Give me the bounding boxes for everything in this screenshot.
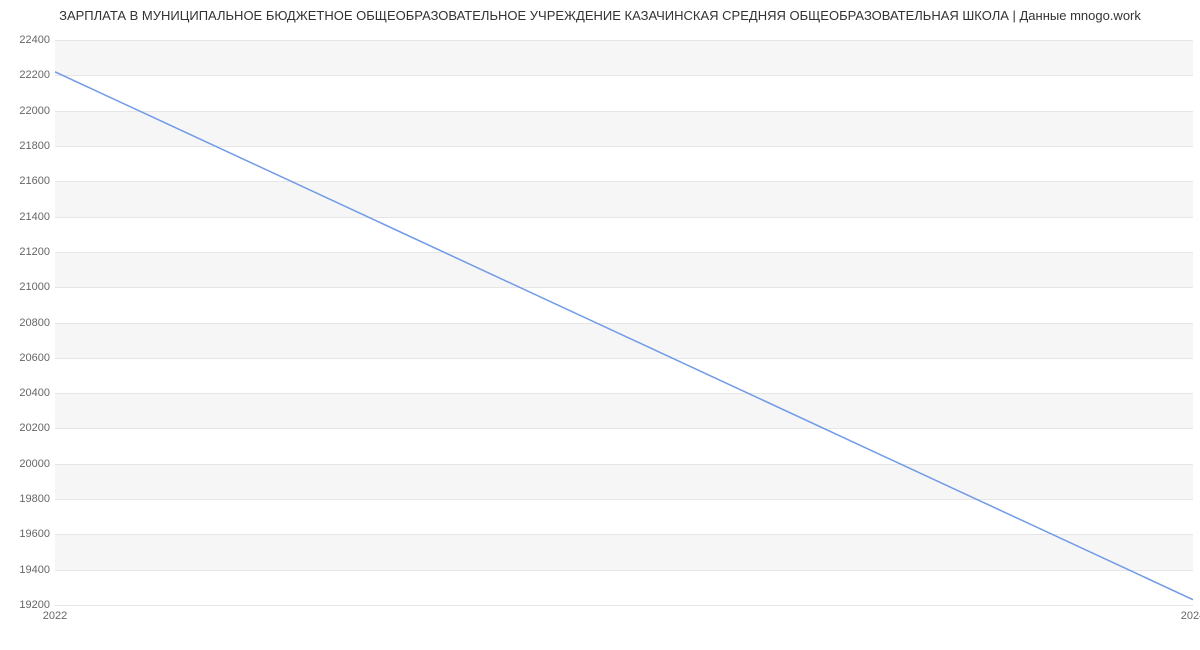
x-tick-label: 2024 xyxy=(1181,610,1200,622)
y-tick-label: 19800 xyxy=(5,493,50,505)
y-tick-label: 19600 xyxy=(5,528,50,540)
y-tick-label: 20200 xyxy=(5,422,50,434)
y-tick-label: 19400 xyxy=(5,564,50,576)
y-tick-label: 22200 xyxy=(5,69,50,81)
y-tick-label: 20000 xyxy=(5,458,50,470)
x-tick-label: 2022 xyxy=(43,610,67,622)
y-tick-label: 20600 xyxy=(5,352,50,364)
data-line xyxy=(55,72,1193,600)
y-tick-label: 21400 xyxy=(5,211,50,223)
gridline xyxy=(55,605,1193,606)
y-tick-label: 20800 xyxy=(5,317,50,329)
chart-container: ЗАРПЛАТА В МУНИЦИПАЛЬНОЕ БЮДЖЕТНОЕ ОБЩЕО… xyxy=(0,0,1200,650)
line-series xyxy=(55,40,1193,605)
y-tick-label: 21000 xyxy=(5,281,50,293)
chart-title: ЗАРПЛАТА В МУНИЦИПАЛЬНОЕ БЮДЖЕТНОЕ ОБЩЕО… xyxy=(0,8,1200,23)
y-tick-label: 21800 xyxy=(5,140,50,152)
y-tick-label: 22000 xyxy=(5,105,50,117)
y-tick-label: 21600 xyxy=(5,175,50,187)
plot-area xyxy=(55,40,1193,606)
y-tick-label: 21200 xyxy=(5,246,50,258)
y-tick-label: 22400 xyxy=(5,34,50,46)
y-tick-label: 20400 xyxy=(5,387,50,399)
